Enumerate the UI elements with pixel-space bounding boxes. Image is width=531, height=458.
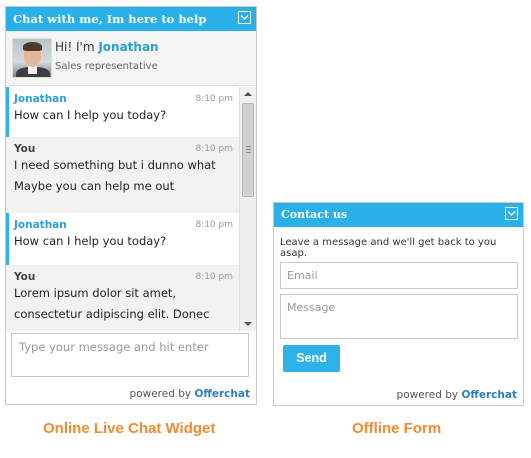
message-text: Lorem ipsum dolor sit amet,: [14, 286, 177, 300]
scroll-down-icon[interactable]: [244, 322, 252, 326]
powered-by-text: powered by: [129, 388, 195, 400]
message-text: How can I help you today?: [14, 234, 167, 248]
message-scrollbar[interactable]: [239, 87, 256, 331]
message-text: I need something but i dunno what: [14, 158, 216, 172]
brand-link[interactable]: Offerchat: [194, 388, 250, 400]
message-item: Jonathan 8:10 pm How can I help you toda…: [6, 87, 239, 137]
message-time: 8:10 pm: [195, 220, 233, 230]
message-item: You 8:10 pm I need something but i dunno…: [6, 137, 239, 213]
form-description: Leave a message and we'll get back to yo…: [280, 237, 497, 259]
brand-link[interactable]: Offerchat: [461, 389, 517, 401]
chevron-down-icon[interactable]: [238, 11, 251, 24]
message-list: Jonathan 8:10 pm How can I help you toda…: [6, 87, 239, 331]
scroll-up-icon[interactable]: [244, 92, 252, 96]
avatar: [12, 38, 52, 78]
chat-header-title: Chat with me, Im here to help: [13, 12, 207, 26]
agent-info: Hi! I'm Jonathan Sales representative: [6, 31, 256, 86]
powered-by: powered by Offerchat: [397, 389, 517, 401]
message-time: 8:10 pm: [195, 144, 233, 154]
message-text: Maybe you can help me out: [14, 179, 175, 193]
message-time: 8:10 pm: [195, 94, 233, 104]
contact-header-title: Contact us: [281, 208, 348, 221]
message-text: consectetur adipiscing elit. Donec: [14, 307, 210, 321]
contact-header[interactable]: Contact us: [274, 203, 523, 227]
grip-icon: [246, 146, 251, 153]
message-item: You 8:10 pm Lorem ipsum dolor sit amet, …: [6, 265, 239, 331]
chat-widget: Chat with me, Im here to help Hi! I'm Jo…: [5, 6, 257, 405]
chat-header[interactable]: Chat with me, Im here to help: [6, 7, 256, 31]
agent-name: Jonathan: [98, 40, 159, 54]
caption-online-widget: Online Live Chat Widget: [43, 420, 216, 437]
chevron-down-icon[interactable]: [505, 207, 518, 220]
message-item: Jonathan 8:10 pm How can I help you toda…: [6, 213, 239, 265]
message-input[interactable]: Type your message and hit enter: [11, 333, 249, 377]
email-field[interactable]: Email: [280, 262, 518, 289]
powered-by-text: powered by: [396, 389, 462, 401]
scroll-thumb[interactable]: [242, 103, 254, 197]
greeting-prefix: Hi! I'm: [55, 40, 99, 54]
message-text: How can I help you today?: [14, 108, 167, 122]
offline-form: Contact us Leave a message and we'll get…: [273, 202, 524, 406]
message-time: 8:10 pm: [195, 272, 233, 282]
agent-role: Sales representative: [55, 61, 158, 72]
caption-offline-form: Offline Form: [352, 420, 442, 437]
agent-greeting: Hi! I'm Jonathan: [55, 40, 159, 54]
send-button[interactable]: Send: [283, 345, 340, 372]
powered-by: powered by Offerchat: [130, 388, 250, 400]
message-field[interactable]: Message: [280, 294, 518, 339]
